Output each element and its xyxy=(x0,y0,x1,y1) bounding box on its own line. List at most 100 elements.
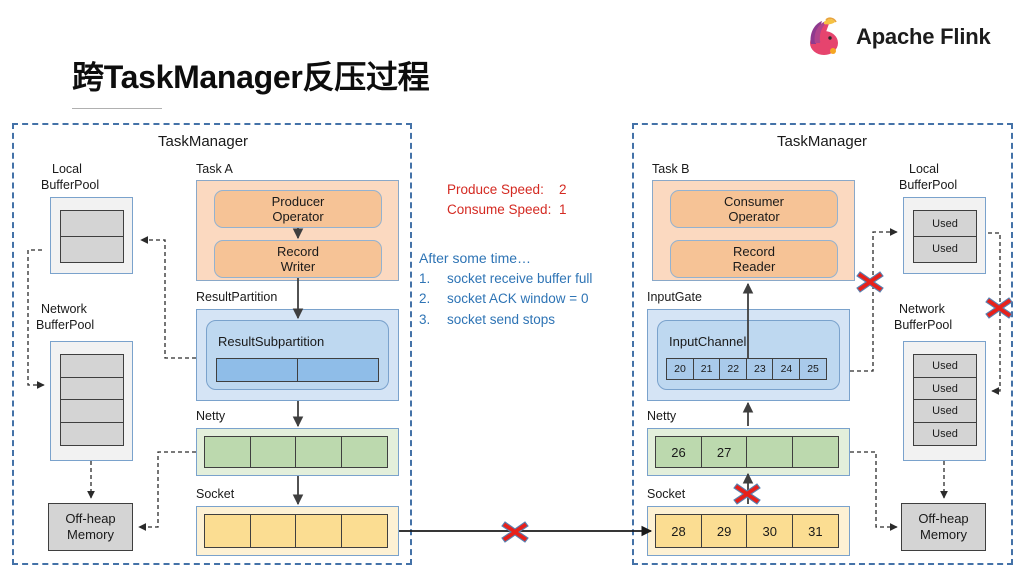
offheap-line-1: Off-heap xyxy=(918,511,969,527)
buffer-cell-used: Used xyxy=(913,421,977,446)
speed-annotation: Produce Speed: 2 Consume Speed: 1 xyxy=(447,180,567,219)
right-local-bufferpool-caption-1: Local xyxy=(909,162,939,176)
right-local-bufferpool-cells: Used Used xyxy=(913,210,977,263)
left-local-bufferpool xyxy=(50,197,133,274)
after-item-text: socket send stops xyxy=(447,311,556,327)
buffer-cell: 22 xyxy=(719,358,748,380)
consumer-operator-line-2: Operator xyxy=(728,209,780,224)
record-writer: Record Writer xyxy=(214,240,382,278)
buffer-cell: 24 xyxy=(772,358,801,380)
buffer-cell xyxy=(295,436,343,468)
right-socket-caption: Socket xyxy=(647,487,686,501)
result-partition-caption: ResultPartition xyxy=(196,290,278,304)
buffer-cell xyxy=(204,436,251,468)
right-taskmanager-title: TaskManager xyxy=(777,133,868,150)
title-underline xyxy=(72,108,162,109)
buffer-cell xyxy=(60,421,124,446)
buffer-cell-used: Used xyxy=(913,210,977,237)
record-reader-line-2: Reader xyxy=(732,259,776,274)
consume-speed-label: Consume Speed: xyxy=(447,201,552,217)
buffer-cell xyxy=(216,358,298,382)
buffer-cell xyxy=(249,514,297,548)
consume-speed-row: Consume Speed: 1 xyxy=(447,200,567,220)
after-item-number: 1. xyxy=(419,271,431,286)
right-network-bufferpool-cells: Used Used Used Used xyxy=(913,354,977,446)
buffer-cell: 31 xyxy=(791,514,839,548)
buffer-cell xyxy=(295,514,343,548)
apache-flink-logo: Apache Flink xyxy=(800,14,991,60)
after-item: 1. socket receive buffer full xyxy=(419,269,592,289)
after-some-time-annotation: After some time… 1. socket receive buffe… xyxy=(419,250,592,330)
buffer-cell: 21 xyxy=(692,358,721,380)
right-offheap-memory: Off-heap Memory xyxy=(901,503,986,551)
produce-speed-row: Produce Speed: 2 xyxy=(447,180,567,200)
buffer-cell-used: Used xyxy=(913,399,977,424)
produce-speed-label: Produce Speed: xyxy=(447,182,544,197)
buffer-cell-used: Used xyxy=(913,235,977,263)
left-socket-caption: Socket xyxy=(196,487,235,501)
after-some-time-heading: After some time… xyxy=(419,250,532,266)
left-local-bufferpool-cells xyxy=(60,210,124,263)
right-network-bufferpool-caption-1: Network xyxy=(899,302,945,316)
right-socket-cells: 28 29 30 31 xyxy=(655,514,839,548)
input-channel-cells: 20 21 22 23 24 25 xyxy=(666,358,828,380)
left-task-caption: Task A xyxy=(196,162,233,176)
buffer-cell xyxy=(60,399,124,424)
buffer-cell xyxy=(296,358,379,382)
left-local-bufferpool-caption-2: BufferPool xyxy=(41,178,100,192)
buffer-cell xyxy=(746,436,794,468)
blocker-socket-to-netty xyxy=(732,481,762,507)
slide-canvas: Apache Flink 跨TaskManager反压过程 TaskManage… xyxy=(0,0,1024,576)
buffer-cell xyxy=(60,376,124,401)
left-network-bufferpool-cells xyxy=(60,354,124,446)
buffer-cell: 23 xyxy=(745,358,774,380)
right-task-caption: Task B xyxy=(652,162,690,176)
left-network-bufferpool-caption-1: Network xyxy=(41,302,87,316)
buffer-cell xyxy=(204,514,251,548)
left-offheap-memory: Off-heap Memory xyxy=(48,503,133,551)
left-netty-caption: Netty xyxy=(196,409,226,423)
left-network-bufferpool xyxy=(50,341,133,461)
input-gate-caption: InputGate xyxy=(647,290,702,304)
after-item: 3. socket send stops xyxy=(419,310,592,330)
buffer-cell: 27 xyxy=(700,436,748,468)
buffer-cell xyxy=(60,354,124,378)
buffer-cell: 26 xyxy=(655,436,702,468)
after-item-number: 3. xyxy=(419,311,431,327)
left-network-bufferpool-caption-2: BufferPool xyxy=(36,318,95,332)
buffer-cell xyxy=(60,210,124,237)
right-network-bufferpool-caption-2: BufferPool xyxy=(894,318,953,332)
right-local-bufferpool-caption-2: BufferPool xyxy=(899,178,958,192)
right-netty-cells: 26 27 xyxy=(655,436,839,468)
offheap-line-2: Memory xyxy=(920,527,967,542)
record-writer-line-1: Record xyxy=(277,243,319,259)
blocker-network-link xyxy=(500,519,530,545)
record-reader-line-1: Record xyxy=(733,243,775,259)
left-socket-cells xyxy=(204,514,388,548)
left-netty-cells xyxy=(204,436,388,468)
buffer-cell xyxy=(340,514,388,548)
result-subpartition-cells xyxy=(216,358,379,382)
input-channel-title: InputChannel xyxy=(669,334,747,349)
buffer-cell-used: Used xyxy=(913,376,977,401)
buffer-cell: 28 xyxy=(655,514,702,548)
right-netty-caption: Netty xyxy=(647,409,677,423)
right-local-bufferpool: Used Used xyxy=(903,197,986,274)
consumer-operator-line-1: Consumer xyxy=(724,193,784,209)
blocker-localpool xyxy=(855,269,885,295)
page-title: 跨TaskManager反压过程 xyxy=(72,59,430,95)
buffer-cell xyxy=(791,436,839,468)
consumer-operator: Consumer Operator xyxy=(670,190,838,228)
producer-operator-line-1: Producer xyxy=(271,193,325,209)
logo-label: Apache Flink xyxy=(856,24,991,49)
buffer-cell xyxy=(249,436,297,468)
buffer-cell: 29 xyxy=(700,514,748,548)
producer-operator-line-2: Operator xyxy=(272,209,324,224)
buffer-cell: 30 xyxy=(746,514,794,548)
after-item-text: socket receive buffer full xyxy=(447,271,593,286)
blocker-networkpool xyxy=(984,295,1014,321)
produce-speed-value: 2 xyxy=(559,182,567,197)
consume-speed-value: 1 xyxy=(559,201,567,217)
after-item: 2. socket ACK window = 0 xyxy=(419,289,592,309)
after-item-text: socket ACK window = 0 xyxy=(447,291,589,307)
